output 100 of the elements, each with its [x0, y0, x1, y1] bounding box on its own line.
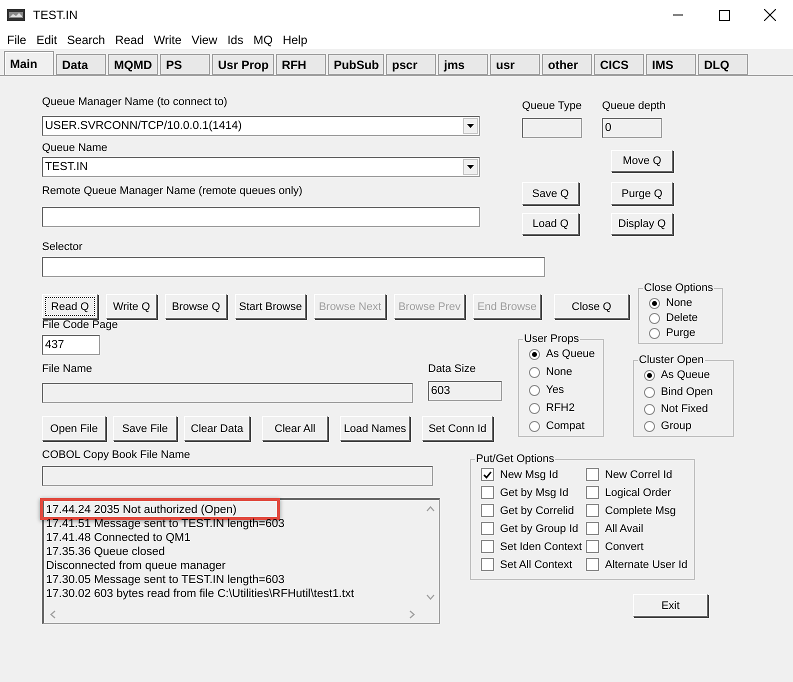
purge-queue-button[interactable]: Purge Q — [611, 182, 673, 205]
field-label: File Name — [42, 363, 94, 375]
file-name-field[interactable] — [42, 383, 413, 403]
scroll-up-icon[interactable] — [426, 506, 435, 512]
queue-manager-dropdown[interactable]: USER.SVRCONN/TCP/10.0.0.1(1414) — [42, 116, 480, 136]
option-label: New Correl Id — [605, 468, 672, 480]
cobol-file-field[interactable] — [42, 466, 433, 486]
checkbox[interactable] — [481, 468, 494, 481]
menu-item[interactable]: Read — [110, 32, 149, 46]
log-line: 17.44.24 2035 Not authorized (Open) — [46, 503, 237, 517]
tab[interactable]: other — [542, 54, 592, 75]
checkbox[interactable] — [481, 486, 494, 499]
group-title: Cluster Open — [638, 354, 705, 366]
maximize-icon — [718, 10, 730, 20]
option-label: Delete — [666, 312, 698, 324]
option-label: None — [546, 366, 572, 378]
file-button[interactable]: Load Names — [340, 416, 410, 441]
group-title: Close Options — [643, 282, 714, 294]
file-button[interactable]: Set Conn Id — [422, 416, 493, 441]
radio-button[interactable] — [529, 402, 540, 414]
menu-item[interactable]: File — [2, 32, 32, 46]
radio-button[interactable] — [644, 370, 655, 380]
data-size-field[interactable]: 603 — [428, 381, 502, 401]
checkbox[interactable] — [481, 522, 494, 535]
checkbox[interactable] — [481, 540, 494, 553]
log-line: 17.41.51 Message sent to TEST.IN length=603 — [46, 517, 285, 531]
tab[interactable]: PubSub — [328, 54, 384, 75]
checkbox[interactable] — [481, 504, 494, 517]
option-label: Get by Msg Id — [500, 486, 568, 498]
action-button[interactable]: Start Browse — [235, 294, 306, 319]
queue-name-dropdown[interactable]: TEST.IN — [42, 157, 480, 177]
tab[interactable]: CICS — [594, 54, 644, 75]
option-label: Convert — [605, 540, 644, 552]
tab[interactable]: usr — [490, 54, 540, 75]
radio-button[interactable] — [529, 366, 540, 378]
checkbox[interactable] — [586, 522, 599, 535]
action-button[interactable]: Browse Q — [165, 294, 227, 319]
option-label: None — [666, 297, 692, 309]
action-button[interactable]: Read Q — [42, 294, 98, 319]
checkbox[interactable] — [586, 468, 599, 481]
scroll-left-icon[interactable] — [50, 610, 56, 619]
queue-type-field[interactable] — [522, 118, 582, 138]
field-label: Remote Queue Manager Name (remote queues only) — [42, 185, 304, 197]
menu-item[interactable]: Edit — [31, 32, 62, 46]
window-title: TEST.IN — [33, 8, 79, 22]
file-button[interactable]: Clear All — [262, 416, 328, 441]
menu-item[interactable]: MQ — [248, 32, 278, 46]
tab[interactable]: RFH — [276, 54, 326, 75]
save-queue-button[interactable]: Save Q — [522, 182, 579, 205]
radio-button[interactable] — [649, 312, 660, 324]
tab[interactable]: Usr Prop — [212, 54, 274, 75]
tab[interactable]: jms — [438, 54, 488, 75]
tab[interactable]: MQMD — [108, 54, 158, 75]
file-button[interactable]: Save File — [113, 416, 177, 441]
file-button[interactable]: Open File — [42, 416, 106, 441]
caret-icon — [467, 124, 474, 128]
tab[interactable]: pscr — [386, 54, 436, 75]
exit-button[interactable]: Exit — [633, 594, 708, 617]
move-queue-button[interactable]: Move Q — [611, 150, 673, 172]
tab[interactable]: IMS — [646, 54, 696, 75]
option-label: Compat — [546, 420, 585, 432]
checkbox[interactable] — [586, 558, 599, 571]
radio-button[interactable] — [529, 348, 540, 360]
scroll-down-icon[interactable] — [426, 594, 435, 600]
menu-item[interactable]: View — [186, 32, 222, 46]
action-button[interactable]: Close Q — [554, 294, 629, 319]
checkbox[interactable] — [481, 558, 494, 571]
selector-field[interactable] — [42, 257, 545, 277]
tab[interactable]: DLQ — [698, 54, 748, 75]
scroll-right-icon[interactable] — [409, 610, 415, 619]
field-label: File Code Page — [42, 319, 119, 331]
checkbox[interactable] — [586, 504, 599, 517]
tab[interactable]: Main — [4, 51, 54, 75]
checkbox[interactable] — [586, 540, 599, 553]
checkbox[interactable] — [586, 486, 599, 499]
load-queue-button[interactable]: Load Q — [522, 213, 579, 235]
field-label: Queue Name — [42, 142, 108, 154]
radio-button[interactable] — [529, 384, 540, 396]
menu-item[interactable]: Write — [148, 32, 187, 46]
display-queue-button[interactable]: Display Q — [611, 213, 673, 235]
log-line: 17.35.36 Queue closed — [46, 545, 165, 559]
radio-button[interactable] — [644, 404, 655, 414]
action-button[interactable]: Write Q — [106, 294, 157, 319]
file-code-page-field[interactable]: 437 — [42, 335, 100, 355]
menu-item[interactable]: Help — [278, 32, 312, 46]
menu-item[interactable]: Search — [62, 32, 110, 46]
log-line: 17.41.48 Connected to QM1 — [46, 531, 190, 545]
queue-depth-field[interactable]: 0 — [602, 118, 662, 138]
radio-button[interactable] — [644, 386, 655, 398]
option-label: Complete Msg — [605, 504, 676, 516]
radio-button[interactable] — [529, 420, 540, 432]
radio-button[interactable] — [644, 420, 655, 432]
radio-button[interactable] — [649, 328, 660, 338]
tab[interactable]: PS — [160, 54, 210, 75]
remote-queue-manager-field[interactable] — [42, 207, 480, 227]
radio-button[interactable] — [649, 298, 660, 308]
menu-item[interactable]: Ids — [222, 32, 248, 46]
field-label: Data Size — [428, 363, 477, 375]
tab[interactable]: Data — [56, 54, 106, 75]
file-button[interactable]: Clear Data — [184, 416, 250, 441]
